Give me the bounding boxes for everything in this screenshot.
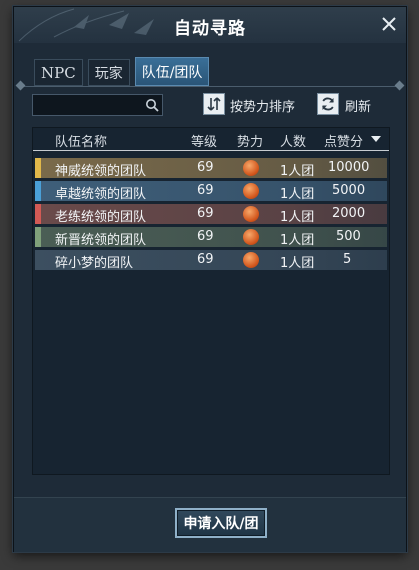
row-rank-strip	[35, 204, 41, 224]
table-row[interactable]: 神威统领的团队 69 1人团 10000	[35, 158, 387, 179]
table-header: 队伍名称 等级 势力 人数 点赞分	[33, 128, 389, 151]
tab-players[interactable]: 玩家	[87, 59, 130, 86]
row-members: 1人团	[280, 164, 315, 179]
tab-npc[interactable]: NPC	[34, 59, 83, 86]
tab-divider	[15, 80, 405, 91]
row-rank-strip	[35, 250, 41, 270]
row-members: 1人团	[280, 187, 315, 202]
close-button[interactable]	[378, 13, 400, 35]
table-row[interactable]: 碎小梦的团队 69 1人团 5	[35, 250, 387, 271]
table-row[interactable]: 老练统领的团队 69 1人团 2000	[35, 204, 387, 225]
search-box	[32, 94, 163, 116]
row-rank-strip	[35, 158, 41, 178]
sort-descending-icon[interactable]	[371, 136, 381, 143]
sort-by-force-label[interactable]: 按势力排序	[230, 96, 295, 115]
search-input[interactable]	[37, 97, 145, 115]
row-likes: 10000	[328, 160, 370, 175]
row-level: 69	[197, 160, 214, 175]
sort-arrows-icon	[207, 97, 221, 111]
row-level: 69	[197, 229, 214, 244]
row-likes: 5000	[332, 183, 366, 198]
column-header-team-name[interactable]: 队伍名称	[55, 131, 107, 150]
table-row[interactable]: 新晋统领的团队 69 1人团 500	[35, 227, 387, 248]
row-likes: 2000	[332, 206, 366, 221]
flame-emblem-icon	[243, 183, 259, 199]
refresh-icon	[322, 97, 334, 111]
column-header-force[interactable]: 势力	[237, 131, 263, 150]
apply-join-team-button[interactable]: 申请入队/团	[175, 508, 267, 538]
row-members: 1人团	[280, 210, 315, 225]
refresh-label[interactable]: 刷新	[345, 96, 371, 115]
divider-right-diamond-icon	[394, 80, 405, 91]
column-header-likes[interactable]: 点赞分	[324, 131, 363, 150]
row-rank-strip	[35, 227, 41, 247]
auto-pathfinding-window: 自动寻路 NPC 玩家 队伍/团队 按势力排序 刷新 队伍名称 等级 势力 人数…	[13, 6, 407, 552]
close-icon	[382, 17, 396, 31]
row-level: 69	[197, 206, 214, 221]
row-team-name: 老练统领的团队	[55, 210, 147, 225]
tab-bar: NPC 玩家 队伍/团队	[34, 57, 210, 86]
row-level: 69	[197, 252, 214, 267]
row-team-name: 神威统领的团队	[55, 164, 147, 179]
column-header-level[interactable]: 等级	[191, 131, 217, 150]
row-level: 69	[197, 183, 214, 198]
row-likes: 500	[336, 229, 361, 244]
title-bar: 自动寻路	[14, 7, 406, 43]
tab-teams[interactable]: 队伍/团队	[134, 57, 210, 86]
flame-emblem-icon	[243, 252, 259, 268]
table-row[interactable]: 卓越统领的团队 69 1人团 5000	[35, 181, 387, 202]
row-team-name: 卓越统领的团队	[55, 187, 147, 202]
row-members: 1人团	[280, 256, 315, 271]
search-icon[interactable]	[145, 98, 159, 112]
flame-emblem-icon	[243, 160, 259, 176]
row-team-name: 碎小梦的团队	[55, 256, 134, 271]
flame-emblem-icon	[243, 206, 259, 222]
flame-emblem-icon	[243, 229, 259, 245]
window-title: 自动寻路	[174, 19, 246, 39]
divider-left-diamond-icon	[15, 80, 26, 91]
row-likes: 5	[343, 252, 352, 267]
team-list-table: 队伍名称 等级 势力 人数 点赞分 神威统领的团队 69 1人团 10000 卓…	[32, 127, 390, 475]
sort-by-force-button[interactable]	[203, 93, 225, 115]
row-members: 1人团	[280, 233, 315, 248]
row-rank-strip	[35, 181, 41, 201]
column-header-members[interactable]: 人数	[280, 131, 306, 150]
refresh-button[interactable]	[317, 93, 339, 115]
row-team-name: 新晋统领的团队	[55, 233, 147, 248]
